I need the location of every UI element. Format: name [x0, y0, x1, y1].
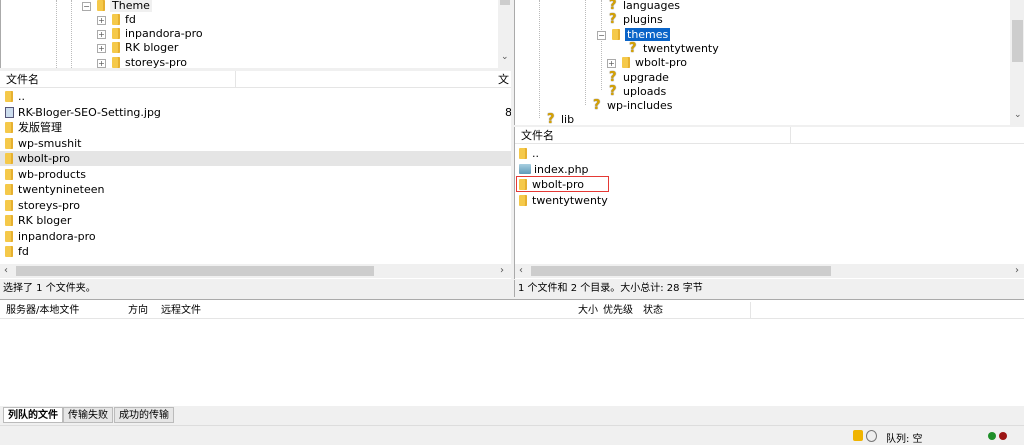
horizontal-scrollbar[interactable]: ‹ › [515, 264, 1024, 278]
vertical-scrollbar[interactable]: ⌄ [1010, 0, 1024, 125]
column-direction[interactable]: 方向 [128, 302, 148, 319]
unknown-folder-icon: ? [609, 12, 617, 28]
collapse-icon[interactable]: − [82, 2, 91, 11]
column-server-local-file[interactable]: 服务器/本地文件 [6, 302, 79, 319]
tree-item[interactable]: − themes [597, 27, 671, 42]
local-file-list[interactable]: 文件名 文 .. RK-Bloger-SEO-Setting.jpg 8 发版管理 wp… [0, 71, 511, 279]
tree-item[interactable]: + fd [97, 12, 136, 27]
list-item[interactable]: twentynineteen [0, 182, 511, 197]
expand-icon[interactable]: + [97, 59, 106, 68]
folder-icon [612, 28, 620, 40]
column-header-filename[interactable]: 文件名 [521, 127, 554, 144]
unknown-folder-icon: ? [629, 40, 637, 56]
folder-icon [5, 215, 13, 226]
tree-item[interactable]: ? twentytwenty [629, 41, 719, 56]
expand-icon[interactable]: + [97, 44, 106, 53]
tree-item[interactable]: + wbolt-pro [607, 55, 687, 70]
local-status: 选择了 1 个文件夹。 [3, 283, 96, 294]
unknown-folder-icon: ? [609, 0, 617, 13]
scroll-down-icon[interactable]: ⌄ [1014, 110, 1022, 120]
expand-icon[interactable]: + [97, 30, 106, 39]
folder-icon [5, 246, 13, 257]
folder-icon [5, 199, 13, 211]
folder-icon [112, 28, 120, 39]
tree-item[interactable]: ? plugins [609, 12, 663, 27]
tree-item[interactable]: + inpandora-pro [97, 26, 203, 41]
list-item[interactable]: wb-products [0, 167, 511, 182]
tree-item[interactable]: ? languages [609, 0, 680, 13]
image-file-icon [5, 106, 14, 118]
tree-item[interactable]: ? upgrade [609, 70, 669, 85]
local-tree[interactable]: − Theme + fd + inpandora-pro + RK bloger + st… [0, 0, 511, 68]
collapse-icon[interactable]: − [597, 30, 606, 40]
column-header-type[interactable]: 文 [498, 71, 509, 88]
tree-item[interactable]: ? wp-includes [593, 98, 673, 113]
folder-icon [5, 230, 13, 242]
folder-icon [97, 0, 105, 11]
list-item[interactable]: fd [0, 244, 511, 259]
list-item[interactable]: .. [519, 146, 539, 161]
folder-icon [112, 42, 120, 53]
folder-icon [112, 57, 120, 68]
list-item[interactable]: inpandora-pro [0, 229, 511, 244]
list-item[interactable]: wbolt-pro [0, 151, 511, 166]
transfer-queue[interactable]: 服务器/本地文件 方向 远程文件 大小 优先级 状态 [0, 299, 1024, 406]
list-item[interactable]: 发版管理 [0, 120, 511, 135]
folder-icon [5, 168, 13, 180]
tree-item[interactable]: ? lib [547, 112, 574, 125]
queue-status: 队列: 空 [886, 434, 923, 445]
list-item[interactable]: .. [0, 89, 511, 104]
unknown-folder-icon: ? [609, 69, 617, 85]
list-item[interactable]: RK-Bloger-SEO-Setting.jpg 8 [0, 105, 511, 120]
folder-icon [5, 153, 13, 164]
transfer-indicator-red-icon [999, 432, 1007, 440]
folder-icon [519, 148, 527, 159]
php-file-icon [519, 163, 531, 174]
expand-icon[interactable]: + [97, 16, 106, 25]
column-size[interactable]: 大小 [578, 302, 598, 319]
status-bar: 队列: 空 [0, 425, 1024, 445]
transfer-indicator-green-icon [988, 432, 996, 440]
folder-icon [5, 137, 13, 149]
unknown-folder-icon: ? [609, 83, 617, 99]
scroll-down-icon[interactable]: ⌄ [501, 52, 509, 62]
folder-icon [622, 57, 630, 69]
tab-failed-transfers[interactable]: 传输失败 [63, 407, 113, 423]
speed-limit-icon [866, 430, 877, 442]
folder-icon [112, 14, 120, 25]
tree-item[interactable]: + storeys-pro [97, 55, 187, 68]
lock-icon [853, 430, 863, 441]
folder-icon [5, 184, 13, 195]
remote-status: 1 个文件和 2 个目录。大小总计: 28 字节 [514, 280, 1024, 297]
vertical-scrollbar[interactable]: ⌄ [498, 0, 511, 68]
folder-icon [5, 91, 13, 102]
highlight-box [516, 176, 609, 192]
remote-tree[interactable]: ? languages? plugins − themes? twentytwenty + w… [514, 0, 1024, 125]
folder-icon [519, 194, 527, 206]
remote-file-list[interactable]: 文件名 .. index.php wbolt-pro twentytwenty ‹ › [514, 127, 1024, 279]
column-header-filename[interactable]: 文件名 [6, 71, 39, 88]
tab-successful-transfers[interactable]: 成功的传输 [114, 407, 174, 423]
unknown-folder-icon: ? [593, 98, 601, 114]
list-item[interactable]: RK bloger [0, 213, 511, 228]
unknown-folder-icon: ? [547, 112, 555, 125]
list-item[interactable]: storeys-pro [0, 198, 511, 213]
list-item[interactable]: wp-smushit [0, 136, 511, 151]
column-priority[interactable]: 优先级 [603, 302, 633, 319]
list-item[interactable]: index.php [519, 162, 589, 177]
expand-icon[interactable]: + [607, 59, 616, 69]
column-remote-file[interactable]: 远程文件 [161, 302, 201, 319]
tree-item[interactable]: ? uploads [609, 84, 666, 99]
tree-item[interactable]: + RK bloger [97, 40, 178, 55]
list-item[interactable]: twentytwenty [519, 193, 608, 208]
tab-queued-files[interactable]: 列队的文件 [3, 407, 63, 423]
column-status[interactable]: 状态 [643, 302, 663, 319]
folder-icon [5, 122, 13, 133]
horizontal-scrollbar[interactable]: ‹ › [0, 264, 511, 278]
